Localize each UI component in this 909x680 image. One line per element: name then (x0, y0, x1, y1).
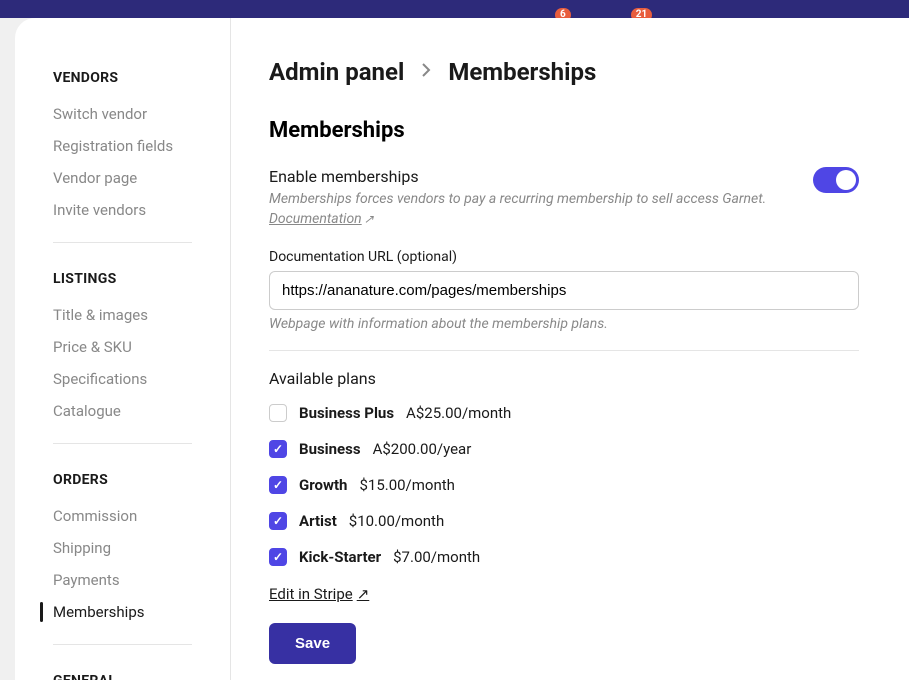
main-panel: VENDORSSwitch vendorRegistration fieldsV… (15, 18, 909, 680)
divider (269, 350, 859, 351)
plan-price: $15.00/month (359, 476, 454, 494)
plan-price: $7.00/month (393, 548, 480, 566)
plan-name: Business Plus (299, 404, 394, 422)
sidebar-item-switch-vendor[interactable]: Switch vendor (15, 98, 230, 130)
plan-row: Growth $15.00/month (269, 476, 859, 494)
sidebar-item-shipping[interactable]: Shipping (15, 532, 230, 564)
plans-label: Available plans (269, 369, 859, 388)
enable-label: Enable memberships (269, 167, 783, 186)
sidebar-item-payments[interactable]: Payments (15, 564, 230, 596)
sidebar-item-memberships[interactable]: Memberships (15, 596, 230, 628)
doc-url-label: Documentation URL (optional) (269, 249, 859, 265)
sidebar-item-invite-vendors[interactable]: Invite vendors (15, 194, 230, 226)
plan-checkbox[interactable] (269, 548, 287, 566)
content: Admin panel Memberships Memberships Enab… (231, 18, 909, 680)
sidebar-item-commission[interactable]: Commission (15, 500, 230, 532)
top-bar: 6 21 (0, 0, 909, 18)
enable-memberships-row: Enable memberships Memberships forces ve… (269, 167, 859, 229)
sidebar-item-price-sku[interactable]: Price & SKU (15, 331, 230, 363)
save-button[interactable]: Save (269, 623, 356, 664)
doc-url-input[interactable] (269, 271, 859, 310)
plan-price: $10.00/month (349, 512, 444, 530)
plan-checkbox[interactable] (269, 512, 287, 530)
page-title: Memberships (269, 118, 859, 143)
plan-name: Business (299, 440, 361, 458)
edit-stripe-link[interactable]: Edit in Stripe ↗ (269, 585, 369, 603)
plan-checkbox[interactable] (269, 404, 287, 422)
breadcrumb-current: Memberships (448, 58, 596, 86)
sidebar-item-catalogue[interactable]: Catalogue (15, 395, 230, 427)
sidebar-item-specifications[interactable]: Specifications (15, 363, 230, 395)
plan-row: Kick-Starter $7.00/month (269, 548, 859, 566)
sidebar-divider (53, 242, 192, 243)
sidebar-item-registration-fields[interactable]: Registration fields (15, 130, 230, 162)
documentation-link[interactable]: Documentation (269, 211, 362, 227)
sidebar-heading: GENERAL (15, 661, 230, 680)
sidebar-item-title-images[interactable]: Title & images (15, 299, 230, 331)
external-link-icon: ↗ (364, 212, 374, 226)
sidebar-item-vendor-page[interactable]: Vendor page (15, 162, 230, 194)
enable-desc: Memberships forces vendors to pay a recu… (269, 190, 783, 229)
plan-row: Artist $10.00/month (269, 512, 859, 530)
breadcrumb-root[interactable]: Admin panel (269, 58, 404, 86)
plan-name: Artist (299, 512, 337, 530)
plan-row: Business A$200.00/year (269, 440, 859, 458)
sidebar-divider (53, 644, 192, 645)
enable-toggle[interactable] (813, 167, 859, 193)
sidebar: VENDORSSwitch vendorRegistration fieldsV… (15, 18, 231, 680)
plan-checkbox[interactable] (269, 476, 287, 494)
plan-name: Kick-Starter (299, 548, 381, 566)
doc-url-hint: Webpage with information about the membe… (269, 316, 859, 332)
sidebar-heading: LISTINGS (15, 259, 230, 299)
plan-name: Growth (299, 476, 347, 494)
plan-price: A$200.00/year (373, 440, 472, 458)
external-link-icon: ↗ (357, 585, 370, 603)
plan-checkbox[interactable] (269, 440, 287, 458)
doc-url-field: Documentation URL (optional) Webpage wit… (269, 249, 859, 332)
breadcrumb: Admin panel Memberships (269, 58, 859, 86)
plans-list: Business Plus A$25.00/month Business A$200.… (269, 404, 859, 566)
chevron-right-icon (420, 62, 432, 82)
sidebar-heading: VENDORS (15, 58, 230, 98)
sidebar-heading: ORDERS (15, 460, 230, 500)
sidebar-divider (53, 443, 192, 444)
plan-price: A$25.00/month (406, 404, 511, 422)
plan-row: Business Plus A$25.00/month (269, 404, 859, 422)
